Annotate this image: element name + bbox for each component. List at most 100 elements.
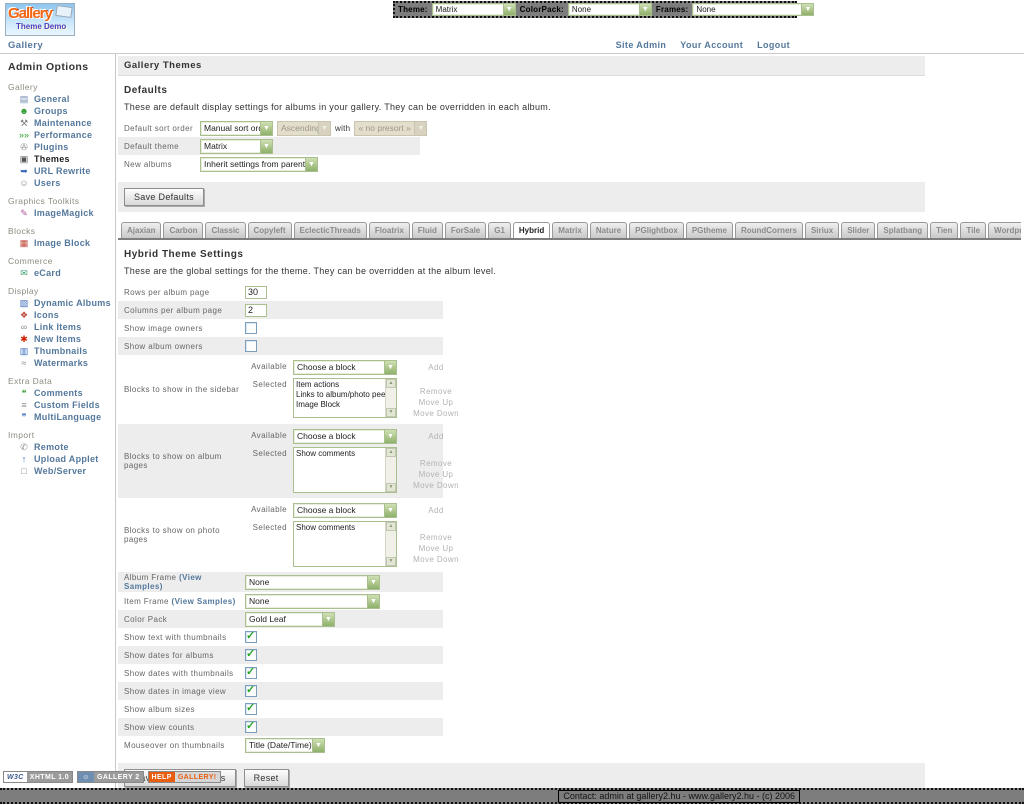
scroll-up-icon[interactable]: ▲ xyxy=(386,379,396,388)
rows-per-album-page-input[interactable] xyxy=(245,286,267,299)
scroll-down-icon[interactable]: ▼ xyxy=(386,408,396,417)
blocks-to-show-in-the-sidebar-available-select[interactable]: Choose a block▼ xyxy=(293,360,397,375)
blocks-to-show-on-photo-pages-selected-list[interactable]: Show comments▲▼ xyxy=(293,521,397,567)
list-scrollbar[interactable]: ▲▼ xyxy=(385,522,396,566)
sidebar-item-web-server[interactable]: □Web/Server xyxy=(0,465,115,477)
gallery2-badge[interactable]: ☺GALLERY 2 xyxy=(77,771,144,783)
tab-floatrix[interactable]: Floatrix xyxy=(369,222,410,238)
reset-button[interactable]: Reset xyxy=(244,769,289,787)
list-scrollbar[interactable]: ▲▼ xyxy=(385,448,396,492)
tab-splatbang[interactable]: Splatbang xyxy=(877,222,928,238)
w3c-xhtml-badge[interactable]: W3CXHTML 1.0 xyxy=(3,771,73,783)
blocks-to-show-on-album-pages-selected-list[interactable]: Show comments▲▼ xyxy=(293,447,397,493)
sidebar-item-groups[interactable]: ☻Groups xyxy=(0,105,115,117)
row-label: Show dates with thumbnails xyxy=(124,669,245,678)
list-option[interactable]: Image Block xyxy=(296,400,385,410)
show-view-counts-checkbox[interactable]: ✓ xyxy=(245,721,257,733)
columns-per-album-page-input[interactable] xyxy=(245,304,267,317)
sidebar-item-thumbnails[interactable]: ▥Thumbnails xyxy=(0,345,115,357)
tab-wordpressembedded[interactable]: WordpressEmbedded xyxy=(988,222,1021,238)
sidebar-item-new-items[interactable]: ✱New Items xyxy=(0,333,115,345)
user-link-site-admin[interactable]: Site Admin xyxy=(616,40,667,50)
tab-carbon[interactable]: Carbon xyxy=(163,222,203,238)
sidebar-item-ecard[interactable]: ✉eCard xyxy=(0,267,115,279)
sidebar-item-users[interactable]: ☺Users xyxy=(0,177,115,189)
sidebar-item-link-items[interactable]: ∞Link Items xyxy=(0,321,115,333)
row-label-text: Blocks to show on photo pages xyxy=(124,526,220,544)
default-sort-order-select[interactable]: Manual sort order▼ xyxy=(200,121,273,136)
show-album-owners-checkbox[interactable] xyxy=(245,340,257,352)
sidebar-item-upload-applet[interactable]: ↑Upload Applet xyxy=(0,453,115,465)
blocks-to-show-in-the-sidebar-selected-list[interactable]: Item actionsLinks to album/photo peersIm… xyxy=(293,378,397,418)
scroll-down-icon[interactable]: ▼ xyxy=(386,483,396,492)
tab-roundcorners[interactable]: RoundCorners xyxy=(735,222,803,238)
sidebar-item-plugins[interactable]: ✇Plugins xyxy=(0,141,115,153)
sidebar-item-image-block[interactable]: ▦Image Block xyxy=(0,237,115,249)
show-image-owners-checkbox[interactable] xyxy=(245,322,257,334)
scroll-up-icon[interactable]: ▲ xyxy=(386,448,396,457)
save-defaults-button[interactable]: Save Defaults xyxy=(124,188,204,206)
sidebar-item-general[interactable]: ▤General xyxy=(0,93,115,105)
sidebar-item-imagemagick[interactable]: ✎ImageMagick xyxy=(0,207,115,219)
tab-forsale[interactable]: ForSale xyxy=(445,222,486,238)
tab-pgtheme[interactable]: PGtheme xyxy=(686,222,733,238)
show-dates-in-image-view-checkbox[interactable]: ✓ xyxy=(245,685,257,697)
tab-nature[interactable]: Nature xyxy=(590,222,627,238)
sidebar-item-multilanguage[interactable]: ❞MultiLanguage xyxy=(0,411,115,423)
tab-tile[interactable]: Tile xyxy=(960,222,986,238)
sidebar-item-icons[interactable]: ❖Icons xyxy=(0,309,115,321)
blocks-to-show-on-album-pages-available-select[interactable]: Choose a block▼ xyxy=(293,429,397,444)
tab-ajaxian[interactable]: Ajaxian xyxy=(121,222,161,238)
sidebar-item-url-rewrite[interactable]: ➥URL Rewrite xyxy=(0,165,115,177)
theme-bar-select-colorpack[interactable]: None▼ xyxy=(568,3,652,16)
list-option[interactable]: Show comments xyxy=(296,449,385,459)
tab-copyleft[interactable]: Copyleft xyxy=(248,222,292,238)
row-label-text: Blocks to show in the sidebar xyxy=(124,385,239,394)
color-pack-select[interactable]: Gold Leaf▼ xyxy=(245,612,335,627)
sidebar-item-custom-fields[interactable]: ≡Custom Fields xyxy=(0,399,115,411)
tab-hybrid[interactable]: Hybrid xyxy=(513,222,550,240)
sidebar-item-themes[interactable]: ▣Themes xyxy=(0,153,115,165)
scroll-up-icon[interactable]: ▲ xyxy=(386,522,396,531)
theme-bar-select-frames[interactable]: None▼ xyxy=(692,3,814,16)
new-albums-select[interactable]: Inherit settings from parent album▼ xyxy=(200,157,318,172)
tab-tien[interactable]: Tien xyxy=(930,222,958,238)
breadcrumb-gallery-link[interactable]: Gallery xyxy=(8,40,43,51)
list-option[interactable]: Show comments xyxy=(296,523,385,533)
show-album-sizes-checkbox[interactable]: ✓ xyxy=(245,703,257,715)
show-dates-with-thumbnails-checkbox[interactable]: ✓ xyxy=(245,667,257,679)
blocks-to-show-on-photo-pages-available-select[interactable]: Choose a block▼ xyxy=(293,503,397,518)
tab-fluid[interactable]: Fluid xyxy=(412,222,443,238)
tab-g1[interactable]: G1 xyxy=(488,222,511,238)
sidebar-item-dynamic-albums[interactable]: ▧Dynamic Albums xyxy=(0,297,115,309)
view-samples-link[interactable]: (View Samples) xyxy=(172,597,236,606)
help-badge[interactable]: HELPGALLERY! xyxy=(148,771,221,783)
tab-slider[interactable]: Slider xyxy=(841,222,875,238)
tab-matrix[interactable]: Matrix xyxy=(552,222,588,238)
album-frame-select[interactable]: None▼ xyxy=(245,575,380,590)
sidebar-item-performance[interactable]: »»Performance xyxy=(0,129,115,141)
theme-bar-select-theme[interactable]: Matrix▼ xyxy=(432,3,516,16)
list-option[interactable]: Item actions xyxy=(296,380,385,390)
show-dates-for-albums-checkbox[interactable]: ✓ xyxy=(245,649,257,661)
list-scrollbar[interactable]: ▲▼ xyxy=(385,379,396,417)
gallery-logo[interactable]: Gallery Theme Demo xyxy=(5,3,75,36)
default-theme-select[interactable]: Matrix▼ xyxy=(200,139,273,154)
sidebar-item-watermarks[interactable]: ≈Watermarks xyxy=(0,357,115,369)
item-frame-select[interactable]: None▼ xyxy=(245,594,380,609)
list-option[interactable]: Links to album/photo peers xyxy=(296,390,385,400)
tab-siriux[interactable]: Siriux xyxy=(805,222,839,238)
user-link-logout[interactable]: Logout xyxy=(757,40,790,50)
sidebar-item-comments[interactable]: ❝Comments xyxy=(0,387,115,399)
sidebar-item-maintenance[interactable]: ⚒Maintenance xyxy=(0,117,115,129)
mouseover-on-thumbnails-select[interactable]: Title (Date/Time)▼ xyxy=(245,738,325,753)
link-items-icon: ∞ xyxy=(17,322,31,332)
row-label: Show album sizes xyxy=(124,705,245,714)
show-text-with-thumbnails-checkbox[interactable]: ✓ xyxy=(245,631,257,643)
scroll-down-icon[interactable]: ▼ xyxy=(386,557,396,566)
tab-pglightbox[interactable]: PGlightbox xyxy=(629,222,684,238)
sidebar-item-remote[interactable]: ✆Remote xyxy=(0,441,115,453)
tab-classic[interactable]: Classic xyxy=(205,222,245,238)
tab-eclecticthreads[interactable]: EclecticThreads xyxy=(294,222,367,238)
user-link-your-account[interactable]: Your Account xyxy=(680,40,743,50)
